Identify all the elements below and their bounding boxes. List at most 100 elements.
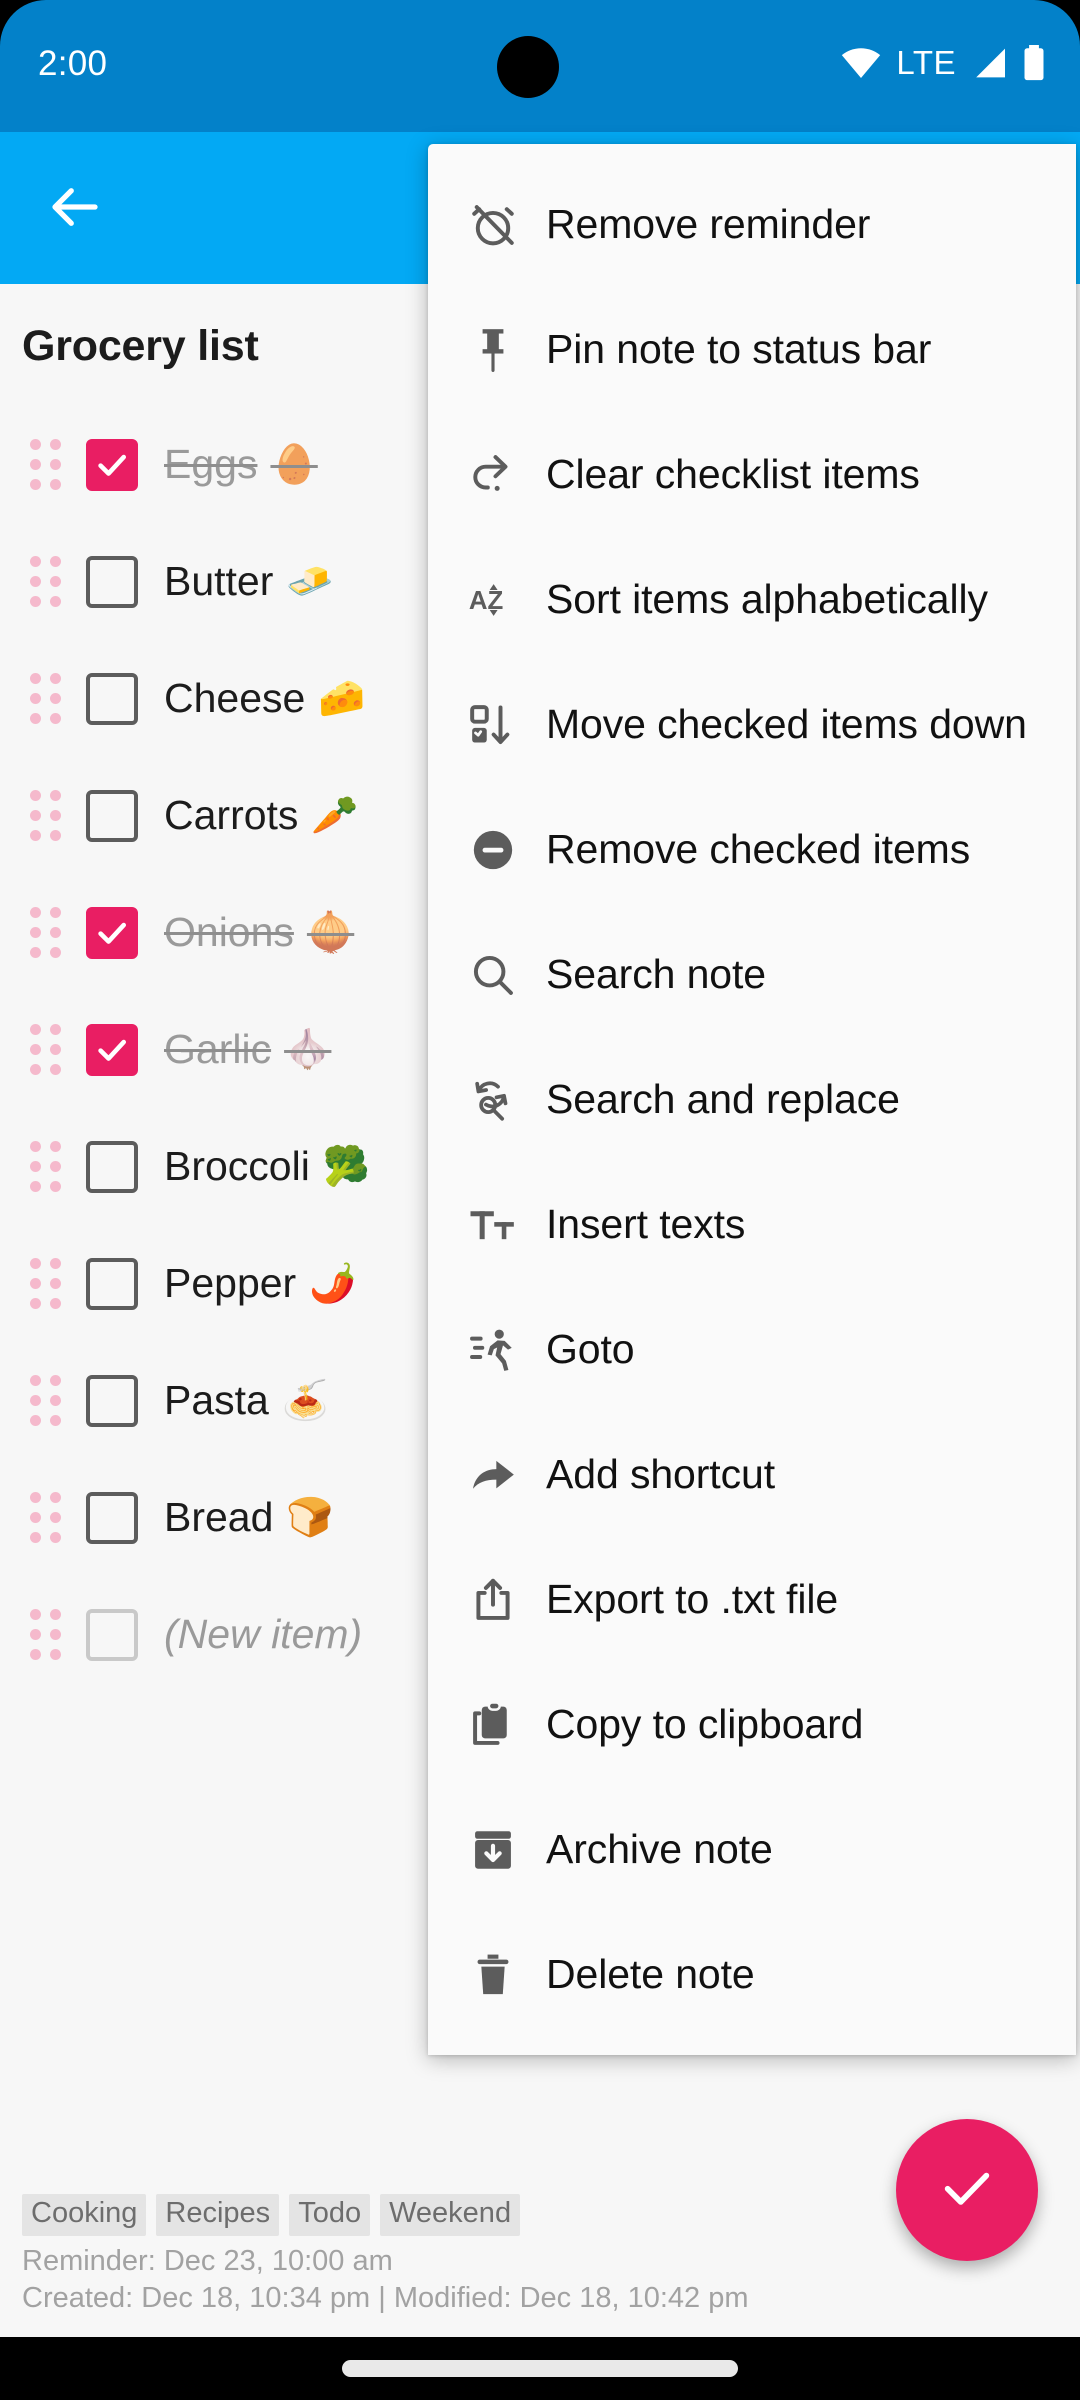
item-label: Bread 🍞 <box>164 1494 334 1541</box>
tag-chip[interactable]: Cooking <box>22 2194 147 2236</box>
text-format-icon <box>456 1200 530 1250</box>
drag-handle[interactable] <box>0 523 86 640</box>
item-label: Onions 🧅 <box>164 909 354 956</box>
item-checkbox[interactable] <box>86 1374 138 1427</box>
menu-item-archive-note[interactable]: Archive note <box>428 1787 1076 1912</box>
signal-icon <box>971 47 1007 79</box>
running-person-icon <box>456 1325 530 1375</box>
drag-dots-icon <box>30 907 61 958</box>
item-label: Pasta 🍝 <box>164 1377 329 1424</box>
drag-handle[interactable] <box>0 991 86 1108</box>
item-text: Broccoli <box>164 1143 310 1189</box>
drag-dots-icon <box>30 1375 61 1426</box>
gesture-handle[interactable] <box>342 2360 738 2377</box>
menu-item-remove-reminder[interactable]: Remove reminder <box>428 162 1076 287</box>
menu-item-copy-to-clipboard[interactable]: Copy to clipboard <box>428 1662 1076 1787</box>
battery-icon <box>1022 45 1046 81</box>
drag-dots-icon <box>30 1609 61 1660</box>
item-text: Bread <box>164 1494 274 1540</box>
new-item-checkbox[interactable] <box>86 1608 138 1661</box>
menu-item-search-note[interactable]: Search note <box>428 912 1076 1037</box>
tag-chip[interactable]: Weekend <box>380 2194 521 2236</box>
menu-item-label: Insert texts <box>546 1201 746 1247</box>
tag-chip[interactable]: Recipes <box>156 2194 280 2236</box>
item-text: Cheese <box>164 675 306 721</box>
phone-screen: 2:00 LTE Grocery list Eggs 🥚 Butter 🧈 Ch… <box>0 0 1080 2400</box>
drag-handle[interactable] <box>0 874 86 991</box>
item-checkbox[interactable] <box>86 672 138 725</box>
item-checkbox[interactable] <box>86 1491 138 1544</box>
drag-handle[interactable] <box>0 1576 86 1693</box>
item-label: Broccoli 🥦 <box>164 1143 370 1190</box>
menu-item-move-checked-items-down[interactable]: Move checked items down <box>428 662 1076 787</box>
menu-item-label: Move checked items down <box>546 701 1027 747</box>
item-checkbox[interactable] <box>86 1257 138 1310</box>
item-checkbox[interactable] <box>86 438 138 491</box>
menu-item-pin-note-to-status-bar[interactable]: Pin note to status bar <box>428 287 1076 412</box>
move-down-icon <box>456 700 530 750</box>
overflow-menu: Remove reminder Pin note to status bar Cle… <box>428 144 1076 2055</box>
menu-item-label: Clear checklist items <box>546 451 920 497</box>
trash-icon <box>456 1950 530 2000</box>
item-emoji: 🍝 <box>281 1379 330 1422</box>
item-emoji: 🧈 <box>286 560 334 603</box>
search-replace-icon <box>456 1075 530 1125</box>
item-emoji: 🥕 <box>311 794 359 837</box>
item-checkbox[interactable] <box>86 789 138 842</box>
export-icon <box>456 1575 530 1625</box>
drag-dots-icon <box>30 673 61 724</box>
minus-circle-icon <box>456 825 530 875</box>
item-checkbox[interactable] <box>86 1023 138 1076</box>
drag-handle[interactable] <box>0 757 86 874</box>
network-type-label: LTE <box>896 44 956 81</box>
item-text: Pepper <box>164 1260 297 1306</box>
item-emoji: 🌶️ <box>309 1262 357 1305</box>
drag-dots-icon <box>30 790 61 841</box>
status-bar: 2:00 LTE <box>0 0 1080 132</box>
menu-item-label: Add shortcut <box>546 1451 775 1497</box>
menu-item-export-to-txt-file[interactable]: Export to .txt file <box>428 1537 1076 1662</box>
item-text: Eggs <box>164 441 258 487</box>
check-icon <box>936 2157 998 2224</box>
menu-item-clear-checklist-items[interactable]: Clear checklist items <box>428 412 1076 537</box>
sort-az-icon: AZ <box>456 575 530 625</box>
drag-handle[interactable] <box>0 406 86 523</box>
back-button[interactable] <box>32 166 118 252</box>
drag-dots-icon <box>30 1141 61 1192</box>
menu-item-delete-note[interactable]: Delete note <box>428 1912 1076 2037</box>
menu-item-label: Remove checked items <box>546 826 971 872</box>
save-fab-button[interactable] <box>896 2119 1038 2261</box>
alarm-off-icon <box>456 200 530 250</box>
drag-handle[interactable] <box>0 1225 86 1342</box>
item-text: Carrots <box>164 792 299 838</box>
drag-handle[interactable] <box>0 1108 86 1225</box>
menu-item-label: Sort items alphabetically <box>546 576 988 622</box>
reminder-text: Reminder: Dec 23, 10:00 am <box>22 2244 393 2277</box>
menu-item-remove-checked-items[interactable]: Remove checked items <box>428 787 1076 912</box>
item-checkbox[interactable] <box>86 1140 138 1193</box>
drag-handle[interactable] <box>0 1342 86 1459</box>
item-emoji: 🧄 <box>284 1028 332 1071</box>
menu-item-add-shortcut[interactable]: Add shortcut <box>428 1412 1076 1537</box>
menu-item-insert-texts[interactable]: Insert texts <box>428 1162 1076 1287</box>
item-checkbox[interactable] <box>86 555 138 608</box>
pin-icon <box>456 325 530 375</box>
tag-list: Cooking Recipes Todo Weekend <box>22 2194 972 2236</box>
new-item-placeholder: (New item) <box>164 1611 363 1657</box>
svg-text:AZ: AZ <box>469 586 504 614</box>
clipboard-icon <box>456 1700 530 1750</box>
menu-item-goto[interactable]: Goto <box>428 1287 1076 1412</box>
drag-handle[interactable] <box>0 1459 86 1576</box>
timestamps-text: Created: Dec 18, 10:34 pm | Modified: De… <box>22 2281 749 2314</box>
item-emoji: 🧀 <box>318 677 366 720</box>
menu-item-search-and-replace[interactable]: Search and replace <box>428 1037 1076 1162</box>
drag-handle[interactable] <box>0 640 86 757</box>
back-arrow-icon <box>45 177 105 242</box>
menu-item-sort-items-alphabetically[interactable]: AZ Sort items alphabetically <box>428 537 1076 662</box>
tag-chip[interactable]: Todo <box>289 2194 371 2236</box>
item-label: Garlic 🧄 <box>164 1026 331 1073</box>
search-icon <box>456 950 530 1000</box>
item-label: Cheese 🧀 <box>164 675 366 722</box>
item-checkbox[interactable] <box>86 906 138 959</box>
item-label: Eggs 🥚 <box>164 441 318 488</box>
